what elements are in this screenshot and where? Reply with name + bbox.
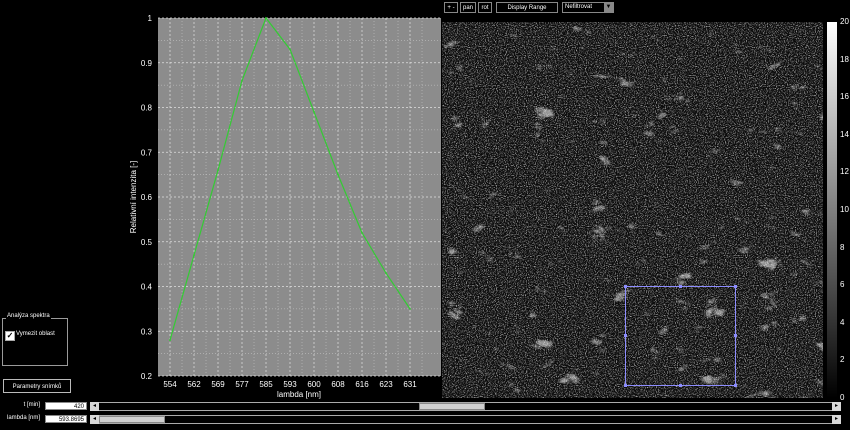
pan-button[interactable]: pan <box>460 2 476 13</box>
time-label: t [min] <box>23 402 40 408</box>
time-field[interactable]: 420 <box>45 402 87 410</box>
colorbar-tick-label: 16 <box>840 92 849 102</box>
y-tick-label: 0.3 <box>141 327 153 336</box>
colorbar-tick-label: 14 <box>840 129 849 139</box>
display-range-button[interactable]: Display Range <box>496 2 558 13</box>
x-tick-label: 562 <box>187 380 201 389</box>
colorbar-tick-label: 6 <box>840 280 845 290</box>
y-tick-label: 0.7 <box>141 148 153 157</box>
selection-handle[interactable] <box>624 334 627 337</box>
y-axis-label: Relativní intenzita [-] <box>129 161 138 233</box>
filter-select[interactable]: Nefiltrovat ▼ <box>562 2 614 13</box>
time-right-arrow[interactable]: ▸ <box>832 402 841 411</box>
colorbar-tick-label: 4 <box>840 317 845 327</box>
data-point <box>385 272 387 274</box>
colorbar-tick-label: 10 <box>840 205 849 214</box>
x-axis: 554 562 569 577 585 593 600 608 616 623 631 <box>163 380 417 389</box>
selection-handle[interactable] <box>624 285 627 288</box>
selection-handle[interactable] <box>679 384 682 387</box>
data-point <box>361 231 363 234</box>
data-point <box>193 254 195 257</box>
selection-handle[interactable] <box>734 285 737 288</box>
colorbar-tick-label: 8 <box>840 242 845 252</box>
colorbar-tick-label: 20 <box>840 17 849 26</box>
lambda-left-arrow[interactable]: ◂ <box>90 415 99 424</box>
x-tick-label: 616 <box>355 380 369 389</box>
x-tick-label: 577 <box>235 380 249 389</box>
group-title: Analýza spektra <box>6 313 51 319</box>
define-region-checkbox[interactable]: ✓ <box>5 331 15 341</box>
y-tick-label: 1 <box>148 14 153 23</box>
data-point <box>409 307 411 310</box>
data-point <box>265 17 267 19</box>
x-tick-label: 623 <box>379 380 393 389</box>
time-slider[interactable] <box>99 402 832 411</box>
y-tick-label: 0.5 <box>141 238 153 247</box>
x-tick-label: 569 <box>211 380 225 389</box>
data-point <box>289 48 291 51</box>
time-left-arrow[interactable]: ◂ <box>90 402 99 411</box>
x-tick-label: 593 <box>283 380 297 389</box>
x-tick-label: 608 <box>331 380 345 389</box>
data-point <box>241 79 243 82</box>
x-axis-label: lambda [nm] <box>277 390 321 399</box>
selection-handle[interactable] <box>734 334 737 337</box>
x-tick-label: 631 <box>403 380 417 389</box>
chevron-down-icon: ▼ <box>604 3 613 12</box>
lambda-label: lambda [nm] <box>6 415 40 421</box>
data-point <box>313 111 315 113</box>
spectrum-analysis-group <box>2 318 68 366</box>
data-point <box>169 339 171 342</box>
selection-region[interactable] <box>624 285 737 387</box>
lambda-slider-thumb[interactable] <box>99 416 165 423</box>
y-tick-label: 0.9 <box>141 59 153 68</box>
colorbar-tick-label: 2 <box>840 355 845 365</box>
filter-select-value: Nefiltrovat <box>565 4 593 10</box>
rot-button[interactable]: rot <box>478 2 492 13</box>
image-params-button[interactable]: Parametry snímků <box>3 379 71 393</box>
data-point <box>217 169 219 172</box>
y-tick-label: 0.2 <box>141 372 153 381</box>
selection-handle[interactable] <box>734 384 737 387</box>
colorbar <box>827 22 837 398</box>
x-tick-label: 585 <box>259 380 273 389</box>
x-tick-label: 554 <box>163 380 177 389</box>
y-tick-label: 0.4 <box>141 283 153 292</box>
time-slider-thumb[interactable] <box>419 403 485 410</box>
selection-handle[interactable] <box>679 285 682 288</box>
colorbar-tick-label: 18 <box>840 54 849 64</box>
selection-handle[interactable] <box>624 384 627 387</box>
lambda-right-arrow[interactable]: ▸ <box>832 415 841 424</box>
y-tick-label: 0.6 <box>141 193 153 202</box>
lambda-slider[interactable] <box>99 415 832 424</box>
colorbar-tick-label: 12 <box>840 167 849 177</box>
y-tick-label: 0.8 <box>141 104 153 113</box>
lambda-field[interactable]: 593.8695 <box>45 415 87 423</box>
colorbar-tick-label: 0 <box>840 393 845 402</box>
zoom-button[interactable]: + - <box>444 2 458 13</box>
data-point <box>337 173 339 176</box>
checkbox-label: Vymezit oblast <box>16 331 55 337</box>
x-tick-label: 600 <box>307 380 321 389</box>
y-axis: 0.2 0.3 0.4 0.5 0.6 0.7 0.8 0.9 1 <box>141 14 153 381</box>
